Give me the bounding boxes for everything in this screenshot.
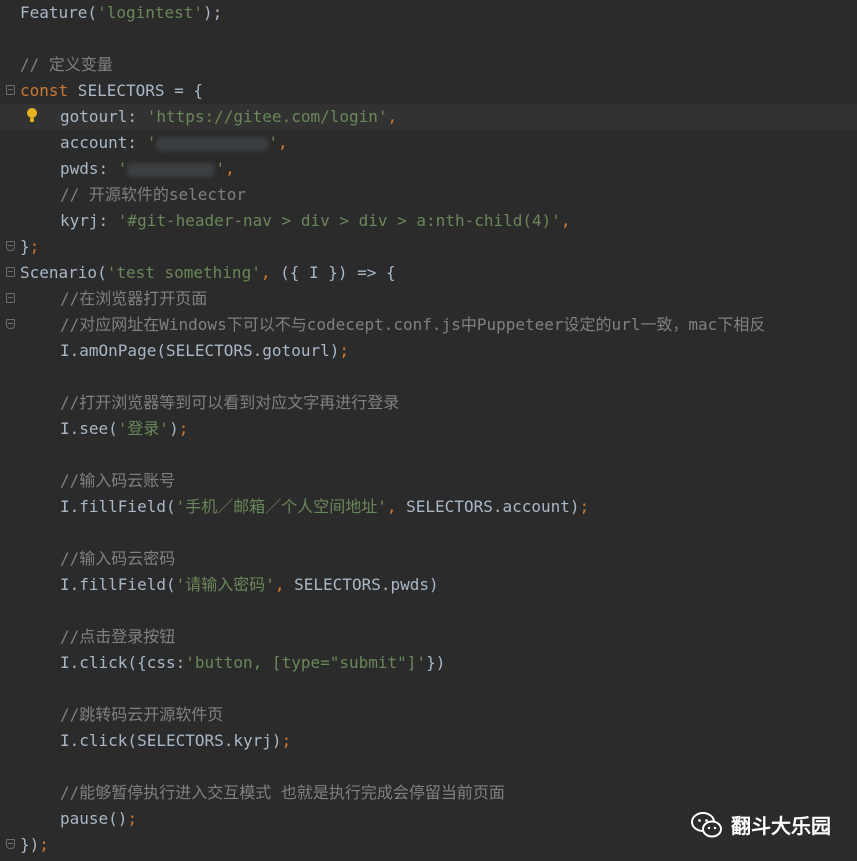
code-line-17[interactable]: I.see('登录');	[0, 416, 857, 442]
code-token: I.click({css:	[60, 653, 186, 672]
code-token: })	[20, 835, 40, 854]
code-comment: //输入码云账号	[60, 471, 176, 490]
code-comment: //对应网址在Windows下可以不与codecept.conf.js中Pupp…	[60, 315, 766, 334]
code-property: kyrj:	[60, 211, 118, 230]
code-line-16[interactable]: //打开浏览器等到可以看到对应文字再进行登录	[0, 390, 857, 416]
fold-toggle-icon[interactable]	[6, 85, 15, 95]
code-line-5[interactable]: gotourl: 'https://gitee.com/login',	[0, 104, 857, 130]
redacted-value	[127, 162, 216, 177]
code-token: SELECTORS = {	[68, 81, 204, 100]
code-string: 'test something'	[106, 263, 261, 282]
code-line-22[interactable]: //输入码云密码	[0, 546, 857, 572]
code-punctuation: ,	[274, 575, 295, 594]
code-line-3[interactable]: // 定义变量	[0, 52, 857, 78]
fold-toggle-icon[interactable]	[6, 241, 15, 251]
code-punctuation: ,	[225, 159, 235, 178]
code-line-8[interactable]: // 开源软件的selector	[0, 182, 857, 208]
code-comment: //输入码云密码	[60, 549, 176, 568]
code-punctuation: ;	[178, 419, 189, 438]
code-line-14[interactable]: I.amOnPage(SELECTORS.gotourl);	[0, 338, 857, 364]
code-string: 'https://gitee.com/login'	[146, 107, 388, 126]
code-property: gotourl:	[60, 107, 147, 126]
code-comment: //点击登录按钮	[60, 627, 176, 646]
code-line-20[interactable]: I.fillField('手机／邮箱／个人空间地址', SELECTORS.ac…	[0, 494, 857, 520]
code-punctuation: ,	[387, 107, 398, 126]
watermark-text: 翻斗大乐园	[731, 814, 831, 838]
code-token: SELECTORS.account)	[406, 497, 580, 516]
code-token: I.fillField(	[60, 497, 176, 516]
code-line-13[interactable]: //对应网址在Windows下可以不与codecept.conf.js中Pupp…	[0, 312, 857, 338]
code-token: }	[20, 237, 30, 256]
code-token: Feature(	[20, 3, 98, 22]
code-string: 'button, [type="submit"]'	[185, 653, 427, 672]
code-string: '#git-header-nav > div > div > a:nth-chi…	[117, 211, 561, 230]
code-punctuation: ;	[39, 835, 49, 854]
code-token: ({ I }) => {	[280, 263, 396, 282]
code-string: '登录'	[117, 419, 170, 438]
code-line-29[interactable]: I.click(SELECTORS.kyrj);	[0, 728, 857, 754]
wechat-icon	[691, 811, 722, 837]
code-punctuation: ,	[386, 497, 407, 516]
code-punctuation: ,	[560, 211, 571, 230]
code-comment: //在浏览器打开页面	[60, 289, 208, 308]
code-token: I.amOnPage(SELECTORS.gotourl)	[60, 341, 340, 360]
code-string: '手机／邮箱／个人空间地址'	[175, 497, 387, 516]
code-token: SELECTORS.pwds)	[294, 575, 439, 594]
code-line-19[interactable]: //输入码云账号	[0, 468, 857, 494]
code-token: I.click(SELECTORS.kyrj)	[60, 731, 282, 750]
code-line-28[interactable]: //跳转码云开源软件页	[0, 702, 857, 728]
code-line-23[interactable]: I.fillField('请输入密码', SELECTORS.pwds)	[0, 572, 857, 598]
code-punctuation: ;	[579, 497, 590, 516]
code-punctuation: ;	[339, 341, 349, 360]
code-property: pwds:	[60, 159, 118, 178]
code-comment: //打开浏览器等到可以看到对应文字再进行登录	[60, 393, 400, 412]
lightbulb-icon[interactable]	[27, 108, 37, 122]
code-line-12[interactable]: //在浏览器打开页面	[0, 286, 857, 312]
code-line-31[interactable]: //能够暂停执行进入交互模式 也就是执行完成会停留当前页面	[0, 780, 857, 806]
code-string: '请输入密码'	[175, 575, 275, 594]
code-comment: // 定义变量	[20, 55, 113, 74]
code-punctuation: ;	[127, 809, 138, 828]
code-comment: //能够暂停执行进入交互模式 也就是执行完成会停留当前页面	[60, 783, 505, 802]
code-line-26[interactable]: I.click({css:'button, [type="submit"]'})	[0, 650, 857, 676]
redacted-value	[156, 136, 269, 151]
code-comment: //跳转码云开源软件页	[60, 705, 224, 724]
code-line-4[interactable]: const SELECTORS = {	[0, 78, 857, 104]
code-token: Scenario(	[20, 263, 107, 282]
code-string: '	[215, 159, 226, 178]
code-editor[interactable]: Feature('logintest'); // 定义变量 const SELE…	[0, 0, 857, 861]
code-token: I.fillField(	[60, 575, 176, 594]
code-line-9[interactable]: kyrj: '#git-header-nav > div > div > a:n…	[0, 208, 857, 234]
code-line-11[interactable]: Scenario('test something', ({ I }) => {	[0, 260, 857, 286]
code-token: I.see(	[60, 419, 118, 438]
code-string: '	[268, 133, 278, 152]
code-token: );	[203, 3, 223, 22]
fold-toggle-icon[interactable]	[6, 319, 15, 329]
code-token: pause()	[60, 809, 128, 828]
code-string: 'logintest'	[97, 3, 204, 22]
code-punctuation: ,	[260, 263, 281, 282]
code-token: )	[169, 419, 179, 438]
code-line-1[interactable]: Feature('logintest');	[0, 0, 857, 26]
code-punctuation: ;	[281, 731, 292, 750]
code-string: '	[146, 133, 157, 152]
code-comment: // 开源软件的selector	[60, 185, 246, 204]
fold-toggle-icon[interactable]	[6, 839, 15, 849]
code-token: })	[426, 653, 446, 672]
code-string: '	[117, 159, 128, 178]
code-keyword: const	[20, 81, 69, 100]
code-line-7[interactable]: pwds: ' ',	[0, 156, 857, 182]
code-line-10[interactable]: };	[0, 234, 857, 260]
code-property: account:	[60, 133, 147, 152]
fold-toggle-icon[interactable]	[6, 293, 15, 303]
code-line-25[interactable]: //点击登录按钮	[0, 624, 857, 650]
code-line-6[interactable]: account: ' ',	[0, 130, 857, 156]
fold-toggle-icon[interactable]	[6, 267, 15, 277]
code-punctuation: ,	[277, 133, 288, 152]
code-punctuation: ;	[29, 237, 40, 256]
watermark: 翻斗大乐园	[691, 810, 831, 839]
